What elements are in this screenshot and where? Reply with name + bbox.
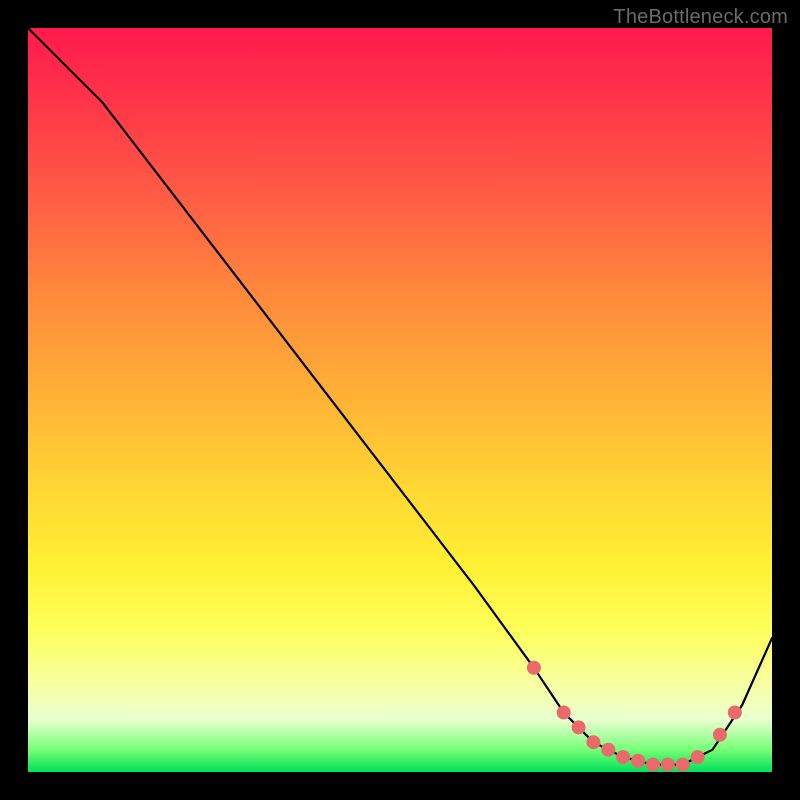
marker-dot [586, 735, 600, 749]
marker-dot [728, 706, 742, 720]
bottleneck-curve [28, 28, 772, 765]
marker-dot [646, 758, 660, 772]
curve-svg [28, 28, 772, 772]
marker-dot [527, 661, 541, 675]
marker-dot [616, 750, 630, 764]
marker-dot [713, 728, 727, 742]
watermark-text: TheBottleneck.com [613, 6, 788, 29]
marker-group [527, 661, 742, 772]
marker-dot [572, 720, 586, 734]
marker-dot [557, 706, 571, 720]
marker-dot [631, 754, 645, 768]
plot-area [28, 28, 772, 772]
marker-dot [601, 743, 615, 757]
marker-dot [676, 758, 690, 772]
marker-dot [661, 758, 675, 772]
chart-frame: TheBottleneck.com [0, 0, 800, 800]
marker-dot [691, 750, 705, 764]
